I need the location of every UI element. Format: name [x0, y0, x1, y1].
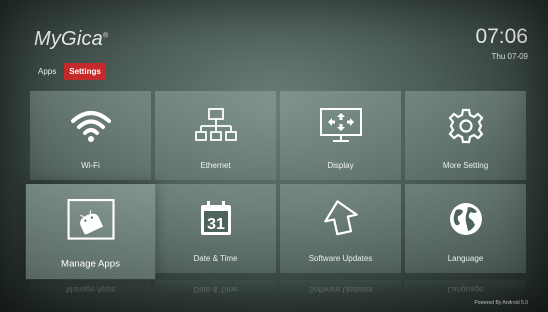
clock-date: Thu 07-09 — [491, 52, 528, 61]
reflection-label: Manage Apps — [30, 280, 151, 294]
logo-registered-mark: ® — [102, 32, 109, 40]
ethernet-icon — [194, 108, 237, 141]
gear-icon — [448, 108, 483, 144]
reflection-label: Language — [405, 280, 526, 294]
powered-by-text: Powered By Android 5.0 — [474, 300, 528, 306]
tab-settings[interactable]: Settings — [64, 63, 106, 80]
tile-manage-apps[interactable]: Manage Apps — [25, 184, 156, 280]
logo-text: MyGica — [34, 28, 103, 50]
tile-label: Language — [447, 254, 484, 263]
tile-label: Display — [327, 161, 354, 170]
settings-screen: MyGica® 07:06 Thu 07-09 Apps Settings Wi… — [0, 0, 548, 312]
wifi-icon — [70, 111, 111, 142]
tile-more-setting[interactable]: More Setting — [405, 91, 526, 180]
calendar-icon: 31 — [200, 201, 231, 235]
display-icon — [319, 108, 362, 142]
tile-label: Date & Time — [193, 254, 238, 263]
tile-date-time[interactable]: 31 Date & Time — [155, 184, 276, 273]
tile-label: Software Updates — [308, 254, 373, 263]
reflection-label: Date & Time — [155, 280, 276, 294]
brand-logo: MyGica® — [34, 28, 108, 51]
android-icon — [79, 210, 103, 235]
manage-apps-icon-frame — [66, 198, 115, 240]
top-tabs: Apps Settings — [34, 63, 106, 80]
reflection-label: Software Updates — [280, 280, 401, 294]
tile-software-updates[interactable]: Software Updates — [280, 184, 401, 273]
tile-ethernet[interactable]: Ethernet — [155, 91, 276, 180]
tile-wifi[interactable]: Wi-Fi — [30, 91, 151, 180]
calendar-day: 31 — [207, 216, 225, 233]
tile-label: Manage Apps — [61, 257, 120, 269]
update-arrow-icon — [323, 200, 358, 236]
tile-label: More Setting — [442, 161, 489, 170]
globe-icon — [449, 203, 482, 235]
settings-grid: Wi-Fi Ethernet Display More Setting Mana… — [25, 91, 526, 280]
clock-time: 07:06 — [475, 25, 528, 48]
tile-reflection: Manage Apps Date & Time Software Updates… — [30, 280, 526, 294]
tile-language[interactable]: Language — [405, 184, 526, 273]
tile-display[interactable]: Display — [280, 91, 401, 180]
tab-apps[interactable]: Apps — [34, 63, 60, 80]
tile-label: Wi-Fi — [81, 161, 100, 170]
tile-label: Ethernet — [200, 161, 231, 170]
